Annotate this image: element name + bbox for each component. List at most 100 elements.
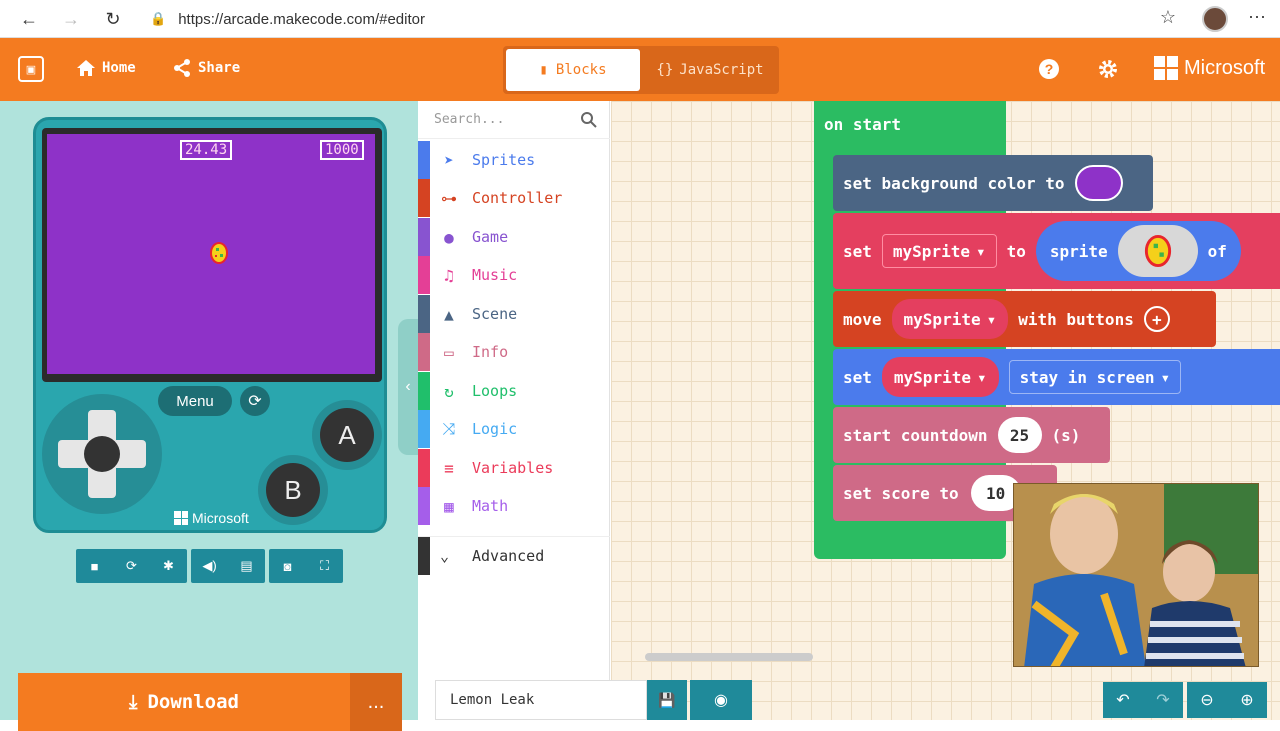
redo-icon[interactable]: ↷ [1143,682,1183,718]
screenshot-camera-icon[interactable]: ◙ [269,549,306,583]
color-swatch-picker[interactable] [1074,165,1123,201]
sim-toolbar-group-3: ◙ ⛶ [269,549,343,583]
home-button[interactable]: Home [76,58,136,78]
debug-bug-icon[interactable]: ✱ [150,549,187,583]
category-label: Sprites [472,151,536,169]
move-with-buttons-block[interactable]: move mySprite ▾ with buttons + [833,291,1216,347]
address-bar[interactable]: 🔒 https://arcade.makecode.com/#editor [150,4,1190,34]
set-sprite-block[interactable]: set mySprite ▾ to sprite of [833,213,1280,289]
start-countdown-block[interactable]: start countdown 25 (s) [833,407,1110,463]
chevron-down-icon: ⌄ [440,546,450,565]
mute-sound-icon[interactable]: ◀) [191,549,228,583]
menu-button[interactable]: Menu [158,386,232,416]
zoom-in-icon[interactable]: ⊕ [1227,682,1267,718]
category-logic[interactable]: ⤨ Logic [418,410,610,448]
puzzle-icon: ▮ [539,62,548,78]
circle-icon: ● [444,227,454,247]
collapse-simulator-chevron-icon[interactable]: ‹ [398,319,418,455]
countdown-value-input[interactable]: 25 [997,417,1042,453]
advanced-label: Advanced [472,546,545,565]
expand-plus-icon[interactable]: + [1143,306,1170,332]
sprite-image-picker[interactable] [1117,225,1198,277]
braces-icon: {} [656,62,674,78]
category-color-bar [418,218,430,256]
dropdown-arrow-icon: ▾ [976,367,987,387]
category-math[interactable]: ▦ Math [418,487,610,525]
set-background-block[interactable]: set background color to [833,155,1153,211]
app-header: ▣ Home Share ▮ Blocks {} JavaScript ? Mi… [0,38,1280,101]
variable-name: mySprite [893,367,971,387]
category-scene[interactable]: ▲ Scene [418,295,610,333]
arcade-logo-icon[interactable]: ▣ [18,56,44,82]
category-label: Controller [472,189,563,207]
microsoft-label: Microsoft [1184,56,1266,79]
forward-icon[interactable]: → [56,4,86,34]
save-icon[interactable]: 💾 [647,680,687,720]
search-icon[interactable] [580,111,598,129]
category-controller[interactable]: ⊶ Controller [418,179,610,217]
loop-icon: ↻ [444,381,454,401]
restart-icon[interactable]: ⟳ [113,549,150,583]
category-loops[interactable]: ↻ Loops [418,372,610,410]
keyboard-icon[interactable]: ▤ [228,549,265,583]
reset-icon[interactable]: ⟳ [240,386,270,416]
download-button[interactable]: ⤓ Download [18,673,350,731]
windows-grid-icon [174,511,188,525]
block-toolbox: Search... ➤ Sprites ⊶ Controller ● Game … [418,101,610,720]
of-keyword: of [1207,241,1227,261]
undo-redo-group: ↶ ↷ [1103,682,1183,718]
url-text: https://arcade.makecode.com/#editor [178,10,425,28]
browser-menu-icon[interactable]: ··· [1248,6,1266,27]
blocks-tab[interactable]: ▮ Blocks [506,49,640,91]
download-more-button[interactable]: ... [350,673,402,731]
project-name-input[interactable]: Lemon Leak [435,680,647,720]
refresh-icon[interactable]: ↻ [98,4,128,34]
category-advanced[interactable]: ⌄ Advanced [418,536,610,575]
toolbox-search-input[interactable]: Search... [418,101,610,139]
a-button[interactable]: A [320,408,374,462]
category-label: Music [472,266,518,284]
game-device: 24.43 1000 Menu ⟳ A B Microsoft [33,117,387,533]
tree-icon: ▲ [444,304,454,324]
stop-icon[interactable]: ■ [76,549,113,583]
category-music[interactable]: ♫ Music [418,256,610,294]
to-keyword: to [1006,241,1026,261]
category-game[interactable]: ● Game [418,218,610,256]
category-label: Game [472,228,509,246]
dpad[interactable] [42,394,162,514]
category-label: Info [472,343,509,361]
sprite-creator-block[interactable]: sprite of [1035,221,1241,281]
fullscreen-icon[interactable]: ⛶ [306,549,343,583]
favorite-star-icon[interactable]: ☆ [1160,7,1176,28]
category-label: Scene [472,305,518,323]
category-color-bar [418,179,430,217]
game-screen[interactable]: 24.43 1000 [47,134,375,374]
category-color-bar [418,372,430,410]
microsoft-logo[interactable]: Microsoft [1154,56,1265,80]
workspace-horizontal-scrollbar[interactable] [645,653,813,661]
share-button[interactable]: Share [172,58,240,78]
sprite-flag-dropdown[interactable]: stay in screen ▾ [1008,360,1182,394]
stay-in-screen-block[interactable]: set mySprite ▾ stay in screen ▾ [833,349,1280,405]
profile-avatar[interactable] [1202,6,1228,32]
github-icon[interactable]: ◉ [690,680,752,720]
zoom-group: ⊖ ⊕ [1187,682,1267,718]
gear-icon[interactable] [1097,58,1119,80]
category-info[interactable]: ▭ Info [418,333,610,371]
help-icon[interactable]: ? [1038,58,1060,80]
zoom-out-icon[interactable]: ⊖ [1187,682,1227,718]
sprite-variable-dropdown[interactable]: mySprite ▾ [881,357,999,397]
b-button[interactable]: B [266,463,320,517]
category-variables[interactable]: ≡ Variables [418,449,610,487]
javascript-tab[interactable]: {} JavaScript [643,49,777,91]
undo-icon[interactable]: ↶ [1103,682,1143,718]
category-color-bar [418,141,430,179]
sprite-variable-dropdown[interactable]: mySprite ▾ [891,299,1009,339]
id-card-icon: ▭ [444,342,454,362]
sprite-variable-dropdown[interactable]: mySprite ▾ [881,234,997,268]
category-sprites[interactable]: ➤ Sprites [418,141,610,179]
a-button-ring: A [312,400,382,470]
share-label: Share [198,60,241,76]
start-countdown-label: start countdown [843,425,988,445]
back-icon[interactable]: ← [14,4,44,34]
